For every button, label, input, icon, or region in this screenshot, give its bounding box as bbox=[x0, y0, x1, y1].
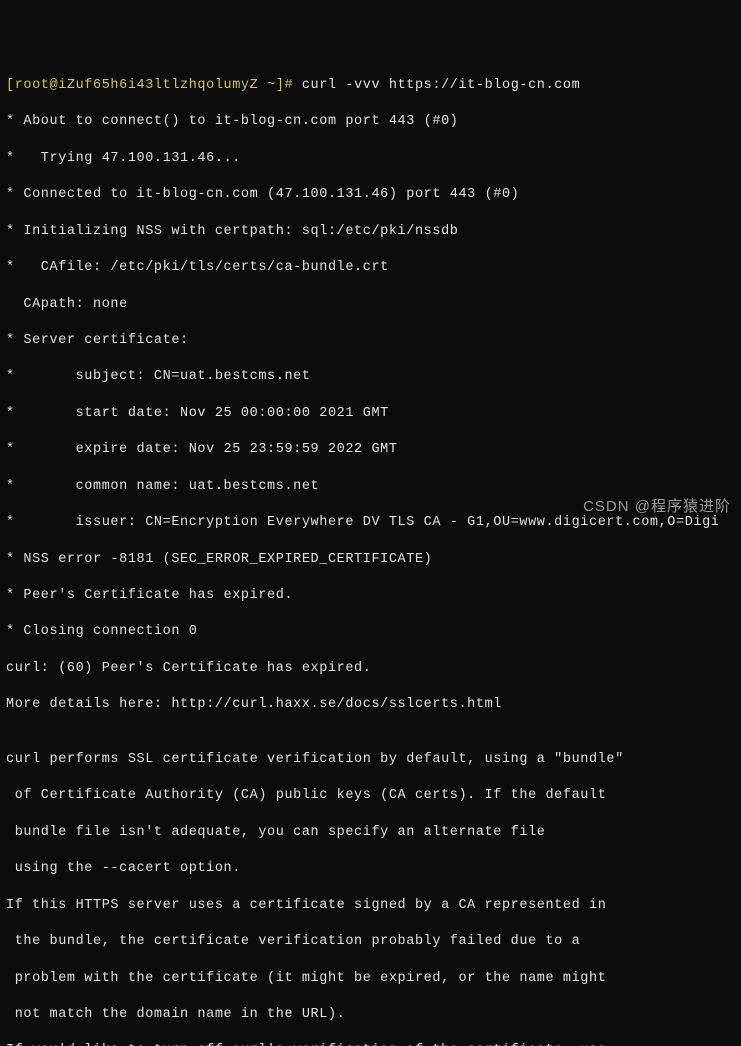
output-line: * CAfile: /etc/pki/tls/certs/ca-bundle.c… bbox=[6, 259, 735, 277]
output-line: * About to connect() to it-blog-cn.com p… bbox=[6, 113, 735, 131]
output-line: * start date: Nov 25 00:00:00 2021 GMT bbox=[6, 405, 735, 423]
output-line: * common name: uat.bestcms.net bbox=[6, 478, 735, 496]
output-line: problem with the certificate (it might b… bbox=[6, 970, 735, 988]
output-line: of Certificate Authority (CA) public key… bbox=[6, 787, 735, 805]
watermark-text: CSDN @程序猿进阶 bbox=[583, 497, 731, 517]
output-line: bundle file isn't adequate, you can spec… bbox=[6, 824, 735, 842]
prompt-line-1[interactable]: [root@iZuf65h6i43ltlzhqolumyZ ~]# curl -… bbox=[6, 77, 735, 95]
output-line: * Initializing NSS with certpath: sql:/e… bbox=[6, 223, 735, 241]
output-line: * expire date: Nov 25 23:59:59 2022 GMT bbox=[6, 441, 735, 459]
shell-prompt: [root@iZuf65h6i43ltlzhqolumyZ ~]# bbox=[6, 78, 302, 93]
output-line: using the --cacert option. bbox=[6, 860, 735, 878]
command-text: curl -vvv https://it-blog-cn.com bbox=[302, 78, 580, 93]
output-line: curl performs SSL certificate verificati… bbox=[6, 751, 735, 769]
output-line: CApath: none bbox=[6, 296, 735, 314]
output-line: not match the domain name in the URL). bbox=[6, 1006, 735, 1024]
output-line: * Trying 47.100.131.46... bbox=[6, 150, 735, 168]
output-line: * Peer's Certificate has expired. bbox=[6, 587, 735, 605]
output-line: * Closing connection 0 bbox=[6, 623, 735, 641]
output-line: If this HTTPS server uses a certificate … bbox=[6, 897, 735, 915]
output-line: If you'd like to turn off curl's verific… bbox=[6, 1042, 735, 1046]
output-line: * Server certificate: bbox=[6, 332, 735, 350]
output-line: the bundle, the certificate verification… bbox=[6, 933, 735, 951]
output-line: * NSS error -8181 (SEC_ERROR_EXPIRED_CER… bbox=[6, 551, 735, 569]
output-line: More details here: http://curl.haxx.se/d… bbox=[6, 696, 735, 714]
output-line: * Connected to it-blog-cn.com (47.100.13… bbox=[6, 186, 735, 204]
output-line: curl: (60) Peer's Certificate has expire… bbox=[6, 660, 735, 678]
output-line: * subject: CN=uat.bestcms.net bbox=[6, 368, 735, 386]
